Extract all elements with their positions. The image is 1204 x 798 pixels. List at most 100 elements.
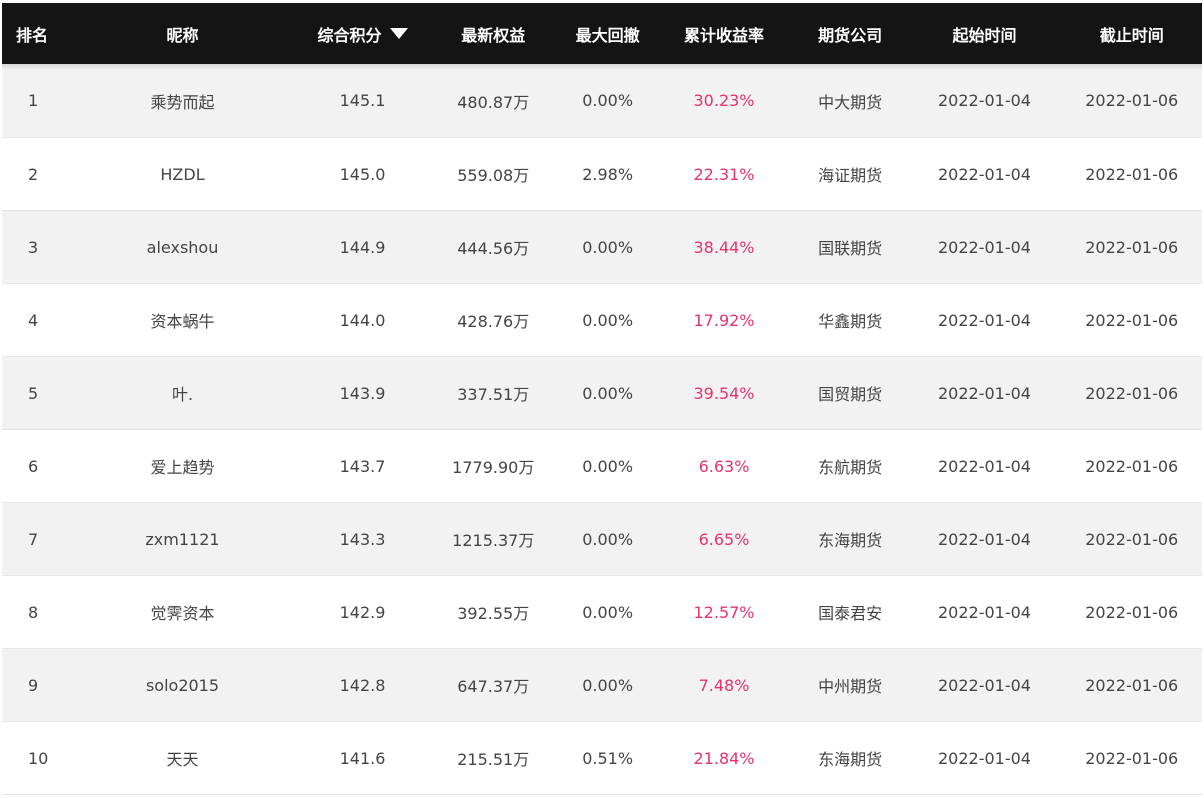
cell-equity: 444.56万 [426,210,560,284]
caret-down-icon[interactable] [389,27,408,39]
cell-score: 141.6 [298,721,427,795]
header-equity[interactable]: 最新权益 [426,3,560,64]
cell-rank: 2 [2,137,67,211]
cell-start: 2022-01-04 [907,356,1062,430]
cell-end: 2022-01-06 [1061,137,1202,211]
cell-drawdown: 2.98% [559,137,656,211]
cell-return: 30.23% [655,64,793,138]
cell-company: 国泰君安 [792,575,908,649]
table-header-row: 排名 昵称 综合积分 最新权益 最大回撤 累计收益率 期货公司 起始时间 截止时… [2,3,1202,64]
cell-nickname[interactable]: zxm1121 [66,502,299,576]
cell-drawdown: 0.00% [559,283,656,357]
ranking-table: 排名 昵称 综合积分 最新权益 最大回撤 累计收益率 期货公司 起始时间 截止时… [2,3,1202,795]
cell-drawdown: 0.00% [559,210,656,284]
table-row[interactable]: 8 觉霁资本 142.9 392.55万 0.00% 12.57% 国泰君安 2022-01-… [2,575,1202,649]
table-row[interactable]: 9 solo2015 142.8 647.37万 0.00% 7.48% 中州期货 2022-… [2,648,1202,722]
header-drawdown[interactable]: 最大回撤 [559,3,656,64]
cell-drawdown: 0.00% [559,64,656,138]
cell-company: 国贸期货 [792,356,908,430]
cell-nickname[interactable]: 叶. [66,356,299,430]
cell-nickname[interactable]: HZDL [66,137,299,211]
cell-return: 22.31% [655,137,793,211]
cell-company: 海证期货 [792,137,908,211]
cell-rank: 10 [2,721,67,795]
cell-score: 145.0 [298,137,427,211]
cell-score: 145.1 [298,64,427,138]
table-row[interactable]: 5 叶. 143.9 337.51万 0.00% 39.54% 国贸期货 2022-01-04… [2,356,1202,430]
header-score[interactable]: 综合积分 [298,3,427,64]
cell-nickname[interactable]: 爱上趋势 [66,429,299,503]
header-start[interactable]: 起始时间 [907,3,1062,64]
table-row[interactable]: 10 天天 141.6 215.51万 0.51% 21.84% 东海期货 2022-01-0… [2,721,1202,795]
cell-nickname[interactable]: 乘势而起 [66,64,299,138]
cell-start: 2022-01-04 [907,502,1062,576]
table-row[interactable]: 2 HZDL 145.0 559.08万 2.98% 22.31% 海证期货 2022-01-… [2,137,1202,211]
cell-score: 143.9 [298,356,427,430]
cell-company: 东航期货 [792,429,908,503]
cell-start: 2022-01-04 [907,283,1062,357]
cell-rank: 3 [2,210,67,284]
cell-end: 2022-01-06 [1061,502,1202,576]
table-row[interactable]: 7 zxm1121 143.3 1215.37万 0.00% 6.65% 东海期货 2022-… [2,502,1202,576]
cell-company: 中大期货 [792,64,908,138]
cell-nickname[interactable]: solo2015 [66,648,299,722]
table-row[interactable]: 4 资本蜗牛 144.0 428.76万 0.00% 17.92% 华鑫期货 2022-01-… [2,283,1202,357]
cell-nickname[interactable]: 觉霁资本 [66,575,299,649]
cell-return: 6.65% [655,502,793,576]
cell-rank: 1 [2,64,67,138]
ranking-page: 排名 昵称 综合积分 最新权益 最大回撤 累计收益率 期货公司 起始时间 截止时… [0,0,1204,798]
cell-rank: 7 [2,502,67,576]
header-nickname[interactable]: 昵称 [66,3,299,64]
cell-drawdown: 0.00% [559,429,656,503]
cell-drawdown: 0.00% [559,356,656,430]
cell-return: 21.84% [655,721,793,795]
header-company[interactable]: 期货公司 [792,3,908,64]
cell-end: 2022-01-06 [1061,575,1202,649]
cell-equity: 337.51万 [426,356,560,430]
cell-rank: 9 [2,648,67,722]
cell-score: 143.7 [298,429,427,503]
cell-end: 2022-01-06 [1061,648,1202,722]
cell-equity: 215.51万 [426,721,560,795]
cell-company: 东海期货 [792,502,908,576]
cell-drawdown: 0.00% [559,648,656,722]
cell-rank: 8 [2,575,67,649]
cell-return: 17.92% [655,283,793,357]
cell-drawdown: 0.00% [559,502,656,576]
cell-equity: 392.55万 [426,575,560,649]
cell-return: 39.54% [655,356,793,430]
cell-end: 2022-01-06 [1061,283,1202,357]
cell-nickname[interactable]: 资本蜗牛 [66,283,299,357]
cell-drawdown: 0.00% [559,575,656,649]
cell-rank: 5 [2,356,67,430]
cell-score: 142.9 [298,575,427,649]
cell-score: 144.0 [298,283,427,357]
table-row[interactable]: 3 alexshou 144.9 444.56万 0.00% 38.44% 国联期货 2022… [2,210,1202,284]
cell-start: 2022-01-04 [907,210,1062,284]
cell-start: 2022-01-04 [907,429,1062,503]
table-row[interactable]: 1 乘势而起 145.1 480.87万 0.00% 30.23% 中大期货 2022-01-… [2,64,1202,138]
cell-rank: 6 [2,429,67,503]
cell-nickname[interactable]: alexshou [66,210,299,284]
cell-return: 7.48% [655,648,793,722]
cell-equity: 1779.90万 [426,429,560,503]
cell-score: 142.8 [298,648,427,722]
cell-return: 12.57% [655,575,793,649]
cell-end: 2022-01-06 [1061,210,1202,284]
cell-end: 2022-01-06 [1061,356,1202,430]
cell-return: 38.44% [655,210,793,284]
cell-equity: 480.87万 [426,64,560,138]
header-rank[interactable]: 排名 [2,3,67,64]
cell-nickname[interactable]: 天天 [66,721,299,795]
cell-company: 华鑫期货 [792,283,908,357]
cell-score: 144.9 [298,210,427,284]
cell-equity: 428.76万 [426,283,560,357]
cell-start: 2022-01-04 [907,137,1062,211]
header-score-label: 综合积分 [317,25,382,45]
header-end[interactable]: 截止时间 [1061,3,1202,64]
cell-equity: 647.37万 [426,648,560,722]
table-row[interactable]: 6 爱上趋势 143.7 1779.90万 0.00% 6.63% 东航期货 2022-01-… [2,429,1202,503]
header-return[interactable]: 累计收益率 [655,3,793,64]
cell-equity: 1215.37万 [426,502,560,576]
cell-company: 东海期货 [792,721,908,795]
